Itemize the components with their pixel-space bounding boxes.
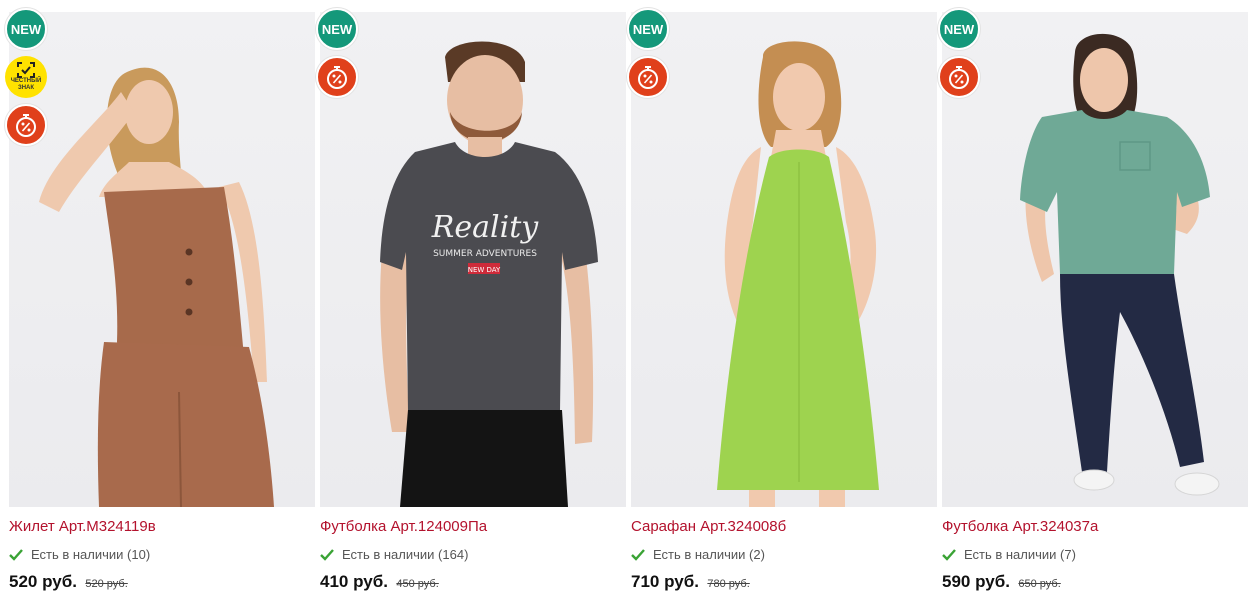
product-title[interactable]: Жилет Арт.М324119в xyxy=(9,518,156,535)
price: 410 руб. xyxy=(320,572,388,591)
check-icon xyxy=(631,548,645,561)
old-price: 780 руб. xyxy=(707,578,750,590)
product-photo[interactable] xyxy=(9,12,315,507)
honest-mark-badge: ЧЕСТНЫЙ ЗНАК xyxy=(5,56,47,98)
check-icon xyxy=(9,548,23,561)
price-row: 590 руб. 650 руб. xyxy=(942,572,1061,592)
stopwatch-percent-icon xyxy=(638,66,658,89)
product-photo[interactable] xyxy=(942,12,1248,507)
product-card[interactable]: Reality SUMMER ADVENTURES NEW DAY NEW Фу… xyxy=(316,0,626,598)
old-price: 650 руб. xyxy=(1018,578,1061,590)
stock-text: Есть в наличии (10) xyxy=(31,547,151,562)
qr-frame-icon xyxy=(17,62,35,78)
price: 520 руб. xyxy=(9,572,77,591)
price-row: 520 руб. 520 руб. xyxy=(9,572,128,592)
product-image-vest xyxy=(39,67,275,507)
new-badge: NEW xyxy=(316,8,358,50)
price-row: 410 руб. 450 руб. xyxy=(320,572,439,592)
product-badges: NEW ЧЕСТНЫЙ ЗНАК xyxy=(5,8,49,152)
check-icon xyxy=(320,548,334,561)
stopwatch-percent-icon xyxy=(327,66,347,89)
stock-text: Есть в наличии (7) xyxy=(964,547,1076,562)
product-grid: NEW ЧЕСТНЫЙ ЗНАК Жилет Арт.М324119в Есть… xyxy=(0,0,1258,598)
product-image-tshirt-men: Reality SUMMER ADVENTURES NEW DAY xyxy=(380,41,598,507)
sale-timer-badge xyxy=(938,56,980,98)
product-badges: NEW xyxy=(627,8,671,104)
old-price: 520 руб. xyxy=(85,578,128,590)
product-title[interactable]: Футболка Арт.124009Па xyxy=(320,518,487,535)
product-image-tshirt-women xyxy=(1020,33,1220,496)
product-photo[interactable] xyxy=(631,12,937,507)
stock-text: Есть в наличии (2) xyxy=(653,547,765,562)
product-title[interactable]: Футболка Арт.324037а xyxy=(942,518,1098,535)
check-icon xyxy=(942,548,956,561)
stock-text: Есть в наличии (164) xyxy=(342,547,469,562)
old-price: 450 руб. xyxy=(396,578,439,590)
price-row: 710 руб. 780 руб. xyxy=(631,572,750,592)
sale-timer-badge xyxy=(316,56,358,98)
stock-status: Есть в наличии (10) xyxy=(9,547,150,562)
stopwatch-percent-icon xyxy=(16,114,36,137)
product-badges: NEW xyxy=(316,8,360,104)
new-badge: NEW xyxy=(627,8,669,50)
product-badges: NEW xyxy=(938,8,982,104)
sale-timer-badge xyxy=(627,56,669,98)
product-card[interactable]: NEW Футболка Арт.324037а Есть в наличии … xyxy=(938,0,1248,598)
sale-timer-badge xyxy=(5,104,47,146)
product-image-sundress xyxy=(717,41,879,507)
product-card[interactable]: NEW ЧЕСТНЫЙ ЗНАК Жилет Арт.М324119в Есть… xyxy=(5,0,315,598)
product-card[interactable]: NEW Сарафан Арт.324008б Есть в наличии (… xyxy=(627,0,937,598)
new-badge: NEW xyxy=(938,8,980,50)
new-badge: NEW xyxy=(5,8,47,50)
shirt-print-sub: SUMMER ADVENTURES xyxy=(433,249,537,259)
price: 590 руб. xyxy=(942,572,1010,591)
stopwatch-percent-icon xyxy=(949,66,969,89)
product-photo[interactable]: Reality SUMMER ADVENTURES NEW DAY xyxy=(320,12,626,507)
shirt-print-main: Reality xyxy=(431,210,539,245)
stock-status: Есть в наличии (2) xyxy=(631,547,765,562)
price: 710 руб. xyxy=(631,572,699,591)
shirt-print-tag: NEW DAY xyxy=(468,266,501,274)
product-title[interactable]: Сарафан Арт.324008б xyxy=(631,518,786,535)
stock-status: Есть в наличии (7) xyxy=(942,547,1076,562)
stock-status: Есть в наличии (164) xyxy=(320,547,468,562)
